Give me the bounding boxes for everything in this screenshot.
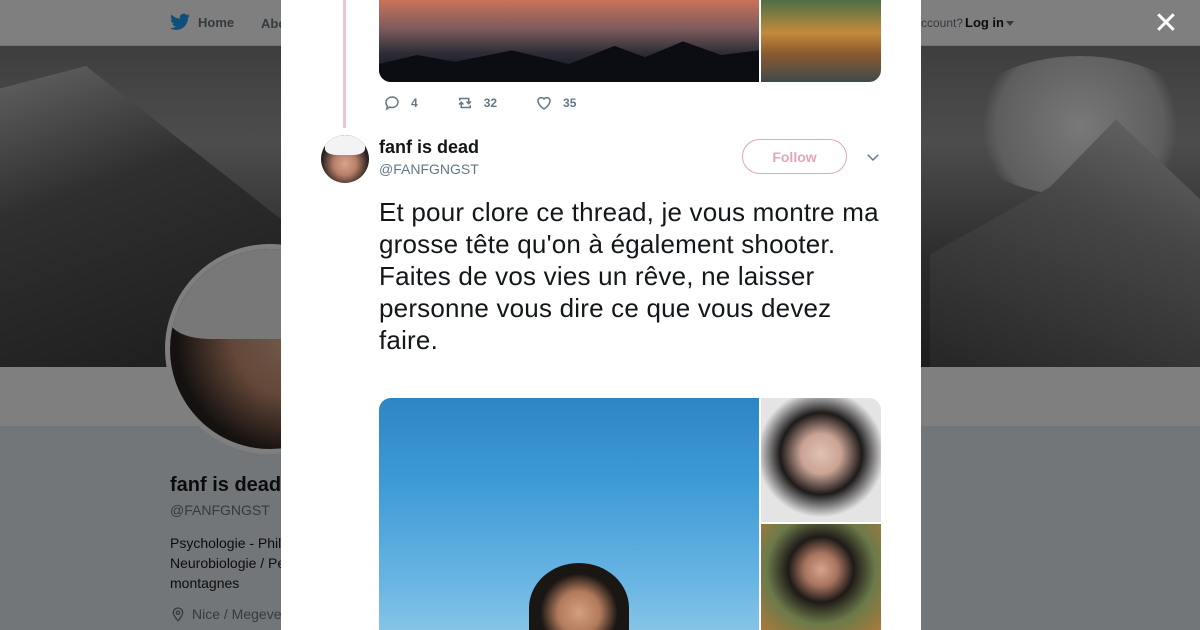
like-button[interactable]: 35 [535,94,576,112]
like-count: 35 [563,96,577,110]
media-photo-portrait-autumn[interactable] [761,524,881,630]
media-photo-autumn-lake[interactable] [761,0,881,82]
thread-connector-line [343,0,346,128]
media-photo-blue-sky-portrait[interactable] [379,398,759,630]
chevron-down-icon[interactable] [864,148,882,166]
tweet-author-handle[interactable]: @FANFGNGST [379,161,479,177]
tweet-text-paragraph-1: Et pour clore ce thread, je vous montre … [379,197,879,259]
reply-button[interactable]: 4 [383,94,418,112]
media-photo-portrait-closeup[interactable] [761,398,881,522]
photo-person [529,563,629,630]
tweet-author-avatar[interactable] [321,135,369,183]
avatar-hat [325,135,365,155]
photo-tree-silhouette [379,41,759,82]
heart-icon [537,96,551,110]
tweet-thread-modal: 4 32 35 fanf is dead @FANFGNGST Follow E… [281,0,921,630]
retweet-count: 32 [483,96,498,110]
media-side-column [761,398,881,630]
reply-count: 4 [411,96,418,110]
retweet-icon [458,97,472,109]
follow-button[interactable]: Follow [742,139,847,174]
tweet-media-grid [379,398,881,630]
previous-tweet-actions: 4 32 35 [383,94,614,112]
tweet-text: Et pour clore ce thread, je vous montre … [379,196,881,356]
reply-icon [385,96,399,111]
tweet-text-paragraph-2: Faites de vos vies un rêve, ne laisser p… [379,261,832,355]
tweet-author-name[interactable]: fanf is dead [379,137,479,158]
media-photo-sunset-forest[interactable] [379,0,759,82]
close-icon[interactable]: ✕ [1152,9,1180,39]
previous-tweet-media [379,0,881,82]
retweet-button[interactable]: 32 [456,94,497,112]
